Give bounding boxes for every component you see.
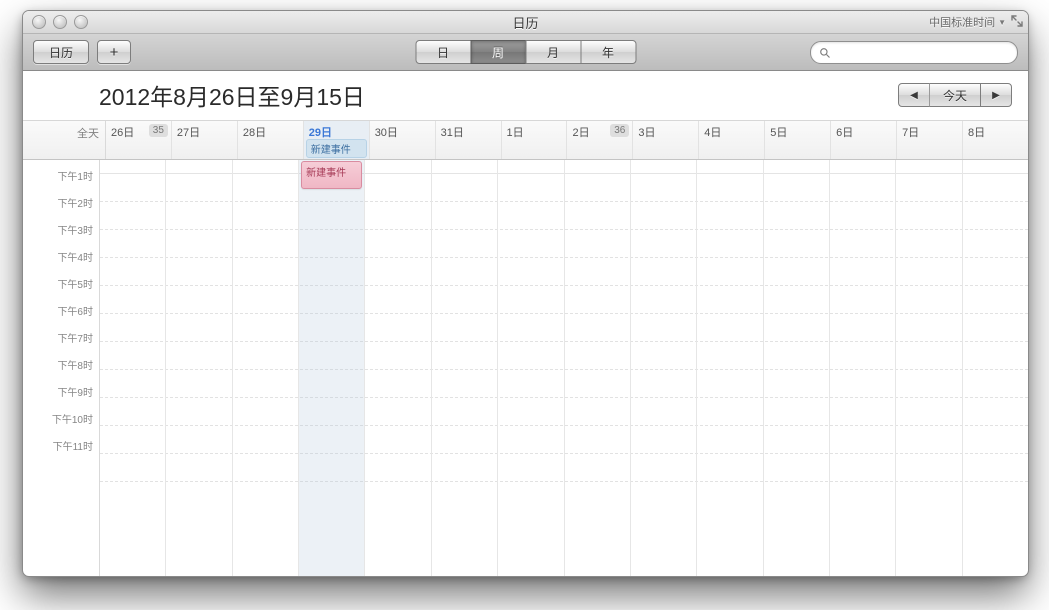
time-grid[interactable]: 下午1时下午2时下午3时下午4时下午5时下午6时下午7时下午8时下午9时下午10… xyxy=(23,160,1028,576)
hour-labels-column: 下午1时下午2时下午3时下午4时下午5时下午6时下午7时下午8时下午9时下午10… xyxy=(23,160,100,576)
day-column[interactable] xyxy=(365,160,431,576)
left-arrow-icon: ◀ xyxy=(910,90,918,101)
day-column[interactable] xyxy=(764,160,830,576)
day-column[interactable] xyxy=(498,160,564,576)
range-header: 2012年8月26日至9月15日 ◀ 今天 ▶ xyxy=(23,71,1028,120)
day-header-cell[interactable]: 28日 xyxy=(238,121,304,159)
day-column[interactable] xyxy=(631,160,697,576)
search-field[interactable] xyxy=(810,41,1018,64)
hour-label: 下午6时 xyxy=(23,303,99,330)
day-column[interactable] xyxy=(697,160,763,576)
calendar-content: 2012年8月26日至9月15日 ◀ 今天 ▶ 全天 26日 35 27日 28日 29… xyxy=(23,71,1028,576)
hour-label: 下午5时 xyxy=(23,276,99,303)
day-columns: 新建事件 xyxy=(100,160,1028,576)
day-number: 2日 xyxy=(572,127,589,139)
hour-label: 下午11时 xyxy=(23,438,99,465)
allday-label: 全天 xyxy=(23,121,106,159)
day-header-cell[interactable]: 27日 xyxy=(172,121,238,159)
hour-label: 下午9时 xyxy=(23,384,99,411)
week-badge: 36 xyxy=(610,124,629,137)
day-header-cell[interactable]: 7日 xyxy=(897,121,963,159)
right-arrow-icon: ▶ xyxy=(992,90,1000,101)
hour-label: 下午10时 xyxy=(23,411,99,438)
day-column[interactable] xyxy=(896,160,962,576)
hour-label: 下午1时 xyxy=(23,168,99,195)
day-header-cell[interactable]: 26日 35 xyxy=(106,121,172,159)
day-number: 31日 xyxy=(441,127,464,139)
hour-label: 下午8时 xyxy=(23,357,99,384)
day-header-row: 全天 26日 35 27日 28日 29日新建事件 30日 31日 1日 2日 36 3日 4日 5日 6… xyxy=(23,120,1028,160)
search-icon xyxy=(819,47,831,59)
week-badge: 35 xyxy=(149,124,168,137)
window-title: 日历 xyxy=(23,13,1028,32)
day-header-cell[interactable]: 29日新建事件 xyxy=(304,121,370,159)
day-header-cell[interactable]: 4日 xyxy=(699,121,765,159)
hour-label: 下午3时 xyxy=(23,222,99,249)
view-tab-year[interactable]: 年 xyxy=(580,40,636,64)
prev-button[interactable]: ◀ xyxy=(898,83,930,107)
day-header-cell[interactable]: 5日 xyxy=(765,121,831,159)
view-segmented-control: 日周月年 xyxy=(415,40,636,64)
close-button[interactable] xyxy=(32,15,46,29)
day-header-cell[interactable]: 3日 xyxy=(633,121,699,159)
view-tab-month[interactable]: 月 xyxy=(525,40,581,64)
day-header-cell[interactable]: 8日 xyxy=(963,121,1028,159)
view-tab-day[interactable]: 日 xyxy=(415,40,471,64)
day-column[interactable] xyxy=(432,160,498,576)
day-column[interactable] xyxy=(233,160,299,576)
day-header-cell[interactable]: 31日 xyxy=(436,121,502,159)
today-button[interactable]: 今天 xyxy=(929,83,981,107)
search-input[interactable] xyxy=(836,45,990,61)
toolbar: 日历 + 日周月年 xyxy=(23,34,1028,71)
day-column[interactable] xyxy=(166,160,232,576)
day-number: 8日 xyxy=(968,127,985,139)
nav-buttons: ◀ 今天 ▶ xyxy=(898,83,1012,107)
timezone-label[interactable]: 中国标准时间 ▼ xyxy=(929,11,1006,33)
day-number: 28日 xyxy=(243,127,266,139)
day-number: 7日 xyxy=(902,127,919,139)
day-number: 1日 xyxy=(507,127,524,139)
day-number: 6日 xyxy=(836,127,853,139)
day-column[interactable] xyxy=(565,160,631,576)
day-number: 5日 xyxy=(770,127,787,139)
day-number: 27日 xyxy=(177,127,200,139)
day-header-cell[interactable]: 1日 xyxy=(502,121,568,159)
day-column[interactable] xyxy=(100,160,166,576)
dropdown-triangle-icon: ▼ xyxy=(998,18,1006,27)
day-column[interactable] xyxy=(830,160,896,576)
calendar-event[interactable]: 新建事件 xyxy=(301,161,362,189)
next-button[interactable]: ▶ xyxy=(980,83,1012,107)
minimize-button[interactable] xyxy=(53,15,67,29)
day-header-cell[interactable]: 6日 xyxy=(831,121,897,159)
calendar-window: 日历 中国标准时间 ▼ 日历 + 日周月年 2012年8月26日至9月15日 ◀… xyxy=(22,10,1029,577)
day-column[interactable] xyxy=(963,160,1028,576)
add-event-button[interactable]: + xyxy=(97,40,131,64)
fullscreen-icon[interactable] xyxy=(1010,14,1024,28)
hour-label: 下午4时 xyxy=(23,249,99,276)
date-range-title: 2012年8月26日至9月15日 xyxy=(99,78,365,112)
zoom-button[interactable] xyxy=(74,15,88,29)
day-number: 4日 xyxy=(704,127,721,139)
day-number: 3日 xyxy=(638,127,655,139)
day-number: 29日 xyxy=(309,127,332,139)
day-header-cell[interactable]: 30日 xyxy=(370,121,436,159)
day-header-cell[interactable]: 2日 36 xyxy=(567,121,633,159)
window-controls xyxy=(32,15,88,29)
day-column[interactable]: 新建事件 xyxy=(299,160,365,576)
day-number: 30日 xyxy=(375,127,398,139)
titlebar: 日历 中国标准时间 ▼ xyxy=(23,11,1028,34)
calendars-button[interactable]: 日历 xyxy=(33,40,89,64)
hour-label: 下午2时 xyxy=(23,195,99,222)
view-tab-week[interactable]: 周 xyxy=(470,40,526,64)
day-number: 26日 xyxy=(111,127,134,139)
hour-label: 下午7时 xyxy=(23,330,99,357)
allday-event[interactable]: 新建事件 xyxy=(306,139,367,158)
